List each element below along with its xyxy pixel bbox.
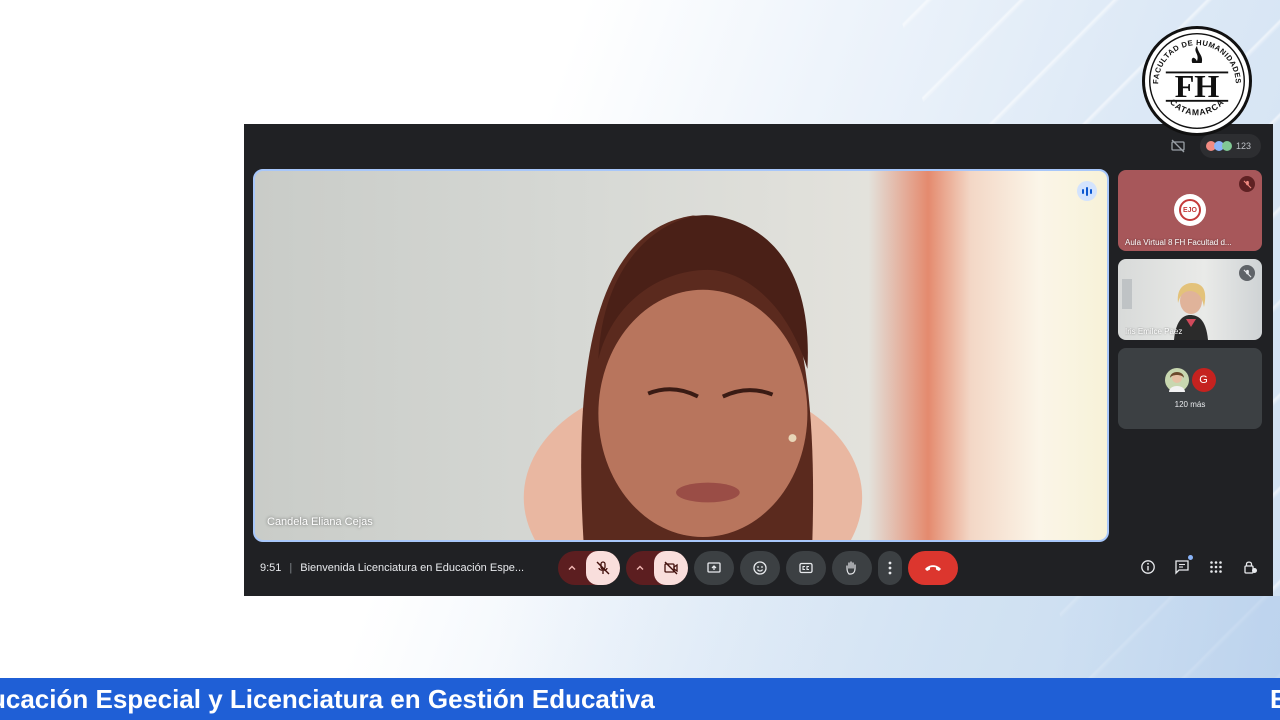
news-ticker: ucación Especial y Licenciatura en Gesti… bbox=[0, 678, 1280, 720]
info-separator: | bbox=[289, 562, 293, 574]
more-participants-tile[interactable]: G 120 más bbox=[1118, 348, 1262, 429]
closed-captions-icon bbox=[799, 562, 813, 574]
end-call-icon bbox=[925, 565, 941, 571]
call-controls bbox=[558, 550, 958, 586]
participant-sidebar: EJO Aula Virtual 8 FH Facultad d... Iris… bbox=[1118, 170, 1262, 437]
participant-name: Aula Virtual 8 FH Facultad d... bbox=[1125, 238, 1232, 247]
logo-monogram: FH bbox=[1175, 68, 1220, 104]
meet-bottom-bar: 9:51 | Bienvenida Licenciatura en Educac… bbox=[244, 550, 1273, 586]
present-screen-button[interactable] bbox=[694, 551, 734, 585]
clock-time: 9:51 bbox=[260, 562, 282, 574]
camera-off-button[interactable] bbox=[654, 551, 688, 585]
more-participants-avatars: G bbox=[1118, 368, 1262, 392]
emoji-icon bbox=[753, 561, 767, 575]
activities-button[interactable] bbox=[1207, 558, 1225, 576]
more-vertical-icon bbox=[888, 561, 892, 575]
participants-pill[interactable]: 123 bbox=[1199, 134, 1261, 158]
reactions-button[interactable] bbox=[740, 551, 780, 585]
meeting-info: 9:51 | Bienvenida Licenciatura en Educac… bbox=[260, 562, 524, 574]
mic-control-group bbox=[558, 551, 620, 585]
hand-icon bbox=[846, 561, 856, 575]
faculty-logo: FACULTAD DE HUMANIDADES CATAMARCA FH bbox=[1142, 26, 1252, 136]
participants-count: 123 bbox=[1235, 141, 1251, 151]
meeting-title: Bienvenida Licenciatura en Educación Esp… bbox=[300, 562, 525, 574]
ticker-text-tail: E bbox=[1270, 684, 1280, 714]
mic-off-button[interactable] bbox=[586, 551, 620, 585]
meeting-details-button[interactable] bbox=[1139, 558, 1157, 576]
participant-avatar bbox=[1164, 368, 1189, 392]
host-controls-button[interactable] bbox=[1241, 558, 1259, 576]
participant-tile[interactable]: Iris Emilce Paez bbox=[1118, 259, 1262, 340]
lock-person-icon bbox=[1244, 561, 1257, 574]
ticker-text: ucación Especial y Licenciatura en Gesti… bbox=[0, 684, 655, 714]
present-icon bbox=[707, 562, 721, 573]
apps-grid-icon bbox=[1210, 561, 1222, 573]
captions-button[interactable] bbox=[786, 551, 826, 585]
participants-avatars bbox=[1205, 141, 1232, 151]
main-speaker-name: Candela Eliana Cejas bbox=[267, 516, 373, 528]
chat-notification-dot bbox=[1188, 555, 1193, 560]
mic-off-icon bbox=[596, 561, 610, 575]
camera-options-chevron-icon[interactable] bbox=[626, 551, 654, 585]
speaking-indicator-icon bbox=[1077, 181, 1097, 201]
participant-avatar-letter: G bbox=[1191, 368, 1216, 392]
more-participants-count: 120 más bbox=[1174, 400, 1206, 409]
avatar-logo-text: EJO bbox=[1179, 199, 1201, 221]
mic-options-chevron-icon[interactable] bbox=[558, 551, 586, 585]
chat-button[interactable] bbox=[1173, 555, 1193, 576]
camera-off-icon bbox=[664, 561, 678, 575]
top-right-controls: 123 bbox=[1166, 134, 1261, 158]
background-decoration bbox=[500, 596, 1280, 678]
meet-window: 123 Candela Eliana Cejas EJO Aula Virtua… bbox=[244, 124, 1273, 596]
camera-control-group bbox=[626, 551, 688, 585]
speaker-video-frame bbox=[523, 215, 863, 540]
chat-icon bbox=[1175, 560, 1189, 575]
meeting-tools bbox=[1139, 555, 1259, 576]
leave-call-button[interactable] bbox=[908, 551, 958, 585]
mic-off-icon bbox=[1239, 176, 1255, 192]
participant-avatar: EJO bbox=[1174, 194, 1206, 226]
participant-name: Iris Emilce Paez bbox=[1125, 327, 1183, 336]
participant-tile[interactable]: EJO Aula Virtual 8 FH Facultad d... bbox=[1118, 170, 1262, 251]
mic-off-icon bbox=[1239, 265, 1255, 281]
raise-hand-button[interactable] bbox=[832, 551, 872, 585]
more-options-button[interactable] bbox=[878, 551, 902, 585]
info-icon bbox=[1141, 560, 1155, 574]
host-controls-icon[interactable] bbox=[1166, 134, 1190, 158]
main-speaker-video[interactable]: Candela Eliana Cejas bbox=[253, 169, 1109, 542]
